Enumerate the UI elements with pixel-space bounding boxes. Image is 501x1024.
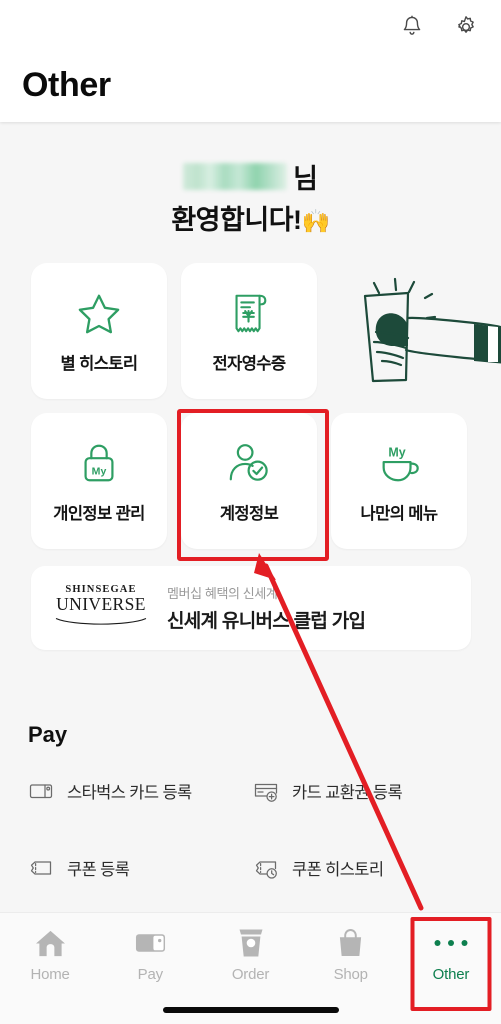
nav-item-label: Shop — [333, 966, 368, 983]
ellipsis-icon — [433, 927, 469, 959]
header-icon-group — [399, 14, 479, 40]
nav-item-home[interactable]: Home — [0, 927, 100, 983]
shinsegae-universe-logo: SHINSEGAE UNIVERSE — [53, 584, 149, 632]
pay-item-label: 쿠폰 히스토리 — [292, 861, 384, 879]
redacted-user-name — [183, 162, 288, 190]
svg-text:My: My — [92, 466, 107, 478]
card-star-history[interactable]: 별 히스토리 — [31, 263, 167, 399]
card-label: 별 히스토리 — [60, 355, 138, 373]
pay-item-register-card-voucher[interactable]: 카드 교환권 등록 — [253, 778, 473, 804]
bottom-navigation-bar: Home Pay Order Shop Other — [0, 912, 501, 1024]
gear-icon[interactable] — [453, 14, 479, 40]
pay-item-label: 카드 교환권 등록 — [292, 784, 403, 802]
nav-item-pay[interactable]: Pay — [100, 927, 200, 983]
card-label: 나만의 메뉴 — [360, 505, 438, 523]
card-icon — [135, 927, 166, 959]
pay-item-label: 스타벅스 카드 등록 — [67, 784, 192, 802]
app-screen: Other 님 환영합니다!🙌 별 히스토리 전자영수증 My 개인정보 관리 … — [0, 0, 501, 1024]
nav-item-shop[interactable]: Shop — [301, 927, 401, 983]
receipt-icon — [228, 288, 270, 338]
page-title: Other — [22, 66, 111, 104]
welcome-block: 님 환영합니다!🙌 — [0, 160, 501, 237]
raised-hands-emoji: 🙌 — [301, 208, 331, 234]
card-label: 개인정보 관리 — [53, 505, 145, 523]
card-label: 계정정보 — [219, 505, 279, 523]
welcome-greeting-text: 환영합니다! — [171, 205, 302, 235]
logo-bottom-text: UNIVERSE — [56, 594, 146, 614]
coupon-icon — [30, 861, 52, 875]
home-icon — [35, 927, 66, 959]
pay-section-title: Pay — [28, 722, 68, 747]
card-my-menu[interactable]: My 나만의 메뉴 — [331, 413, 467, 549]
welcome-name-line: 님 — [0, 160, 501, 194]
home-indicator — [162, 1007, 339, 1013]
card-personal-info[interactable]: My 개인정보 관리 — [31, 413, 167, 549]
app-header: Other — [0, 0, 501, 122]
welcome-honorific: 님 — [293, 164, 318, 194]
quick-menu-row-2: My 개인정보 관리 계정정보 My 나만의 메뉴 — [31, 409, 471, 561]
banner-title: 신세계 유니버스 클럽 가입 — [167, 611, 366, 632]
quick-menu-row-1: 별 히스토리 전자영수증 — [31, 263, 471, 399]
pay-item-coupon-history[interactable]: 쿠폰 히스토리 — [253, 855, 473, 881]
pay-item-label: 쿠폰 등록 — [67, 861, 130, 879]
pay-item-register-starbucks-card[interactable]: 스타벅스 카드 등록 — [28, 778, 253, 804]
lock-my-icon: My — [78, 438, 120, 488]
cup-icon — [238, 927, 264, 959]
banner-subtitle: 멤버십 혜택의 신세계 — [167, 586, 278, 601]
cup-my-icon: My — [376, 438, 422, 488]
shinsegae-universe-banner[interactable]: SHINSEGAE UNIVERSE 멤버십 혜택의 신세계 신세계 유니버스 … — [31, 566, 471, 650]
card-account-info[interactable]: 계정정보 — [177, 409, 329, 561]
coupon-history-icon — [255, 861, 277, 879]
nav-item-order[interactable]: Order — [200, 927, 300, 983]
bag-icon — [337, 927, 364, 959]
pay-item-register-coupon[interactable]: 쿠폰 등록 — [28, 855, 253, 881]
quick-menu-grid: 별 히스토리 전자영수증 My 개인정보 관리 계정정보 My 나만의 메뉴 — [31, 263, 471, 561]
nav-item-label: Other — [432, 966, 470, 983]
banner-text-group: 멤버십 혜택의 신세계 신세계 유니버스 클럽 가입 — [167, 583, 366, 633]
nav-item-label: Home — [30, 966, 70, 983]
person-check-icon — [225, 438, 273, 488]
svg-text:My: My — [388, 445, 405, 459]
nav-item-label: Order — [231, 966, 270, 983]
card-voucher-add-icon — [254, 783, 278, 802]
nav-item-label: Pay — [137, 966, 163, 983]
card-label: 전자영수증 — [212, 355, 287, 373]
logo-swoosh-icon — [55, 617, 147, 625]
card-e-receipt[interactable]: 전자영수증 — [181, 263, 317, 399]
card-register-icon — [29, 784, 53, 799]
welcome-greeting-line: 환영합니다!🙌 — [0, 198, 501, 237]
nav-item-other[interactable]: Other — [401, 927, 501, 983]
star-icon — [76, 288, 122, 338]
pay-menu-grid: 스타벅스 카드 등록 카드 교환권 등록 쿠폰 등록 쿠폰 히스토리 — [28, 778, 473, 881]
bell-icon[interactable] — [399, 14, 425, 40]
